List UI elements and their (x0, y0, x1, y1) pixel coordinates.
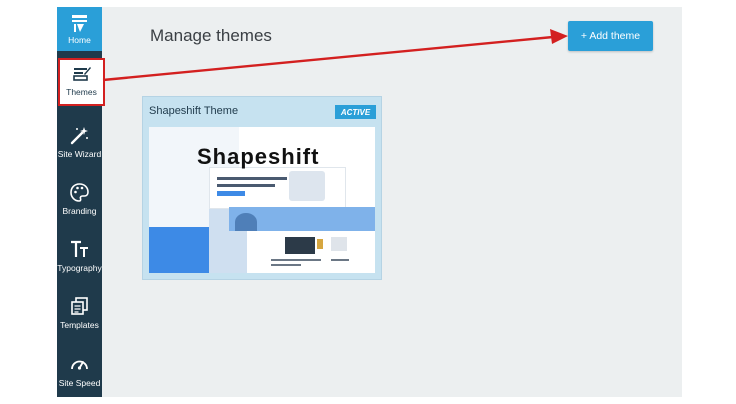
sidebar-item-label: Site Wizard (57, 149, 102, 159)
sidebar-item-themes[interactable]: Themes (58, 58, 105, 106)
page-title: Manage themes (150, 26, 272, 45)
sidebar-item-templates[interactable]: Templates (57, 292, 102, 342)
theme-name: Shapeshift Theme (149, 105, 239, 117)
sidebar-item-label: Themes (66, 87, 97, 97)
sidebar-item-home[interactable]: Home (57, 7, 102, 51)
theme-card[interactable]: Shapeshift Theme ACTIVE Shapeshift (142, 96, 382, 280)
sidebar: Home Themes Site Wizard Branding Typogra (57, 7, 105, 397)
sidebar-item-site-wizard[interactable]: Site Wizard (57, 121, 102, 171)
theme-preview-image: Shapeshift (149, 127, 375, 273)
sidebar-item-branding[interactable]: Branding (57, 178, 102, 228)
speedometer-icon (69, 354, 90, 375)
preview-logo-text: Shapeshift (197, 144, 320, 169)
app-window: Home Themes Site Wizard Branding Typogra (57, 7, 682, 397)
sidebar-item-label: Templates (60, 320, 99, 330)
sidebar-item-typography[interactable]: Typography (57, 235, 102, 285)
sidebar-item-label: Typography (57, 263, 102, 273)
home-icon (69, 13, 90, 34)
add-theme-button[interactable]: + Add theme (568, 21, 653, 51)
sidebar-item-label: Branding (62, 206, 97, 216)
typography-icon (69, 239, 90, 260)
templates-icon (69, 296, 90, 317)
active-badge: ACTIVE (335, 105, 376, 119)
magic-wand-icon (69, 125, 90, 146)
palette-icon (69, 182, 90, 203)
sidebar-item-site-speed[interactable]: Site Speed (57, 350, 102, 397)
sidebar-item-label: Home (68, 35, 91, 45)
sidebar-item-label: Site Speed (58, 378, 101, 388)
themes-icon (71, 63, 92, 84)
